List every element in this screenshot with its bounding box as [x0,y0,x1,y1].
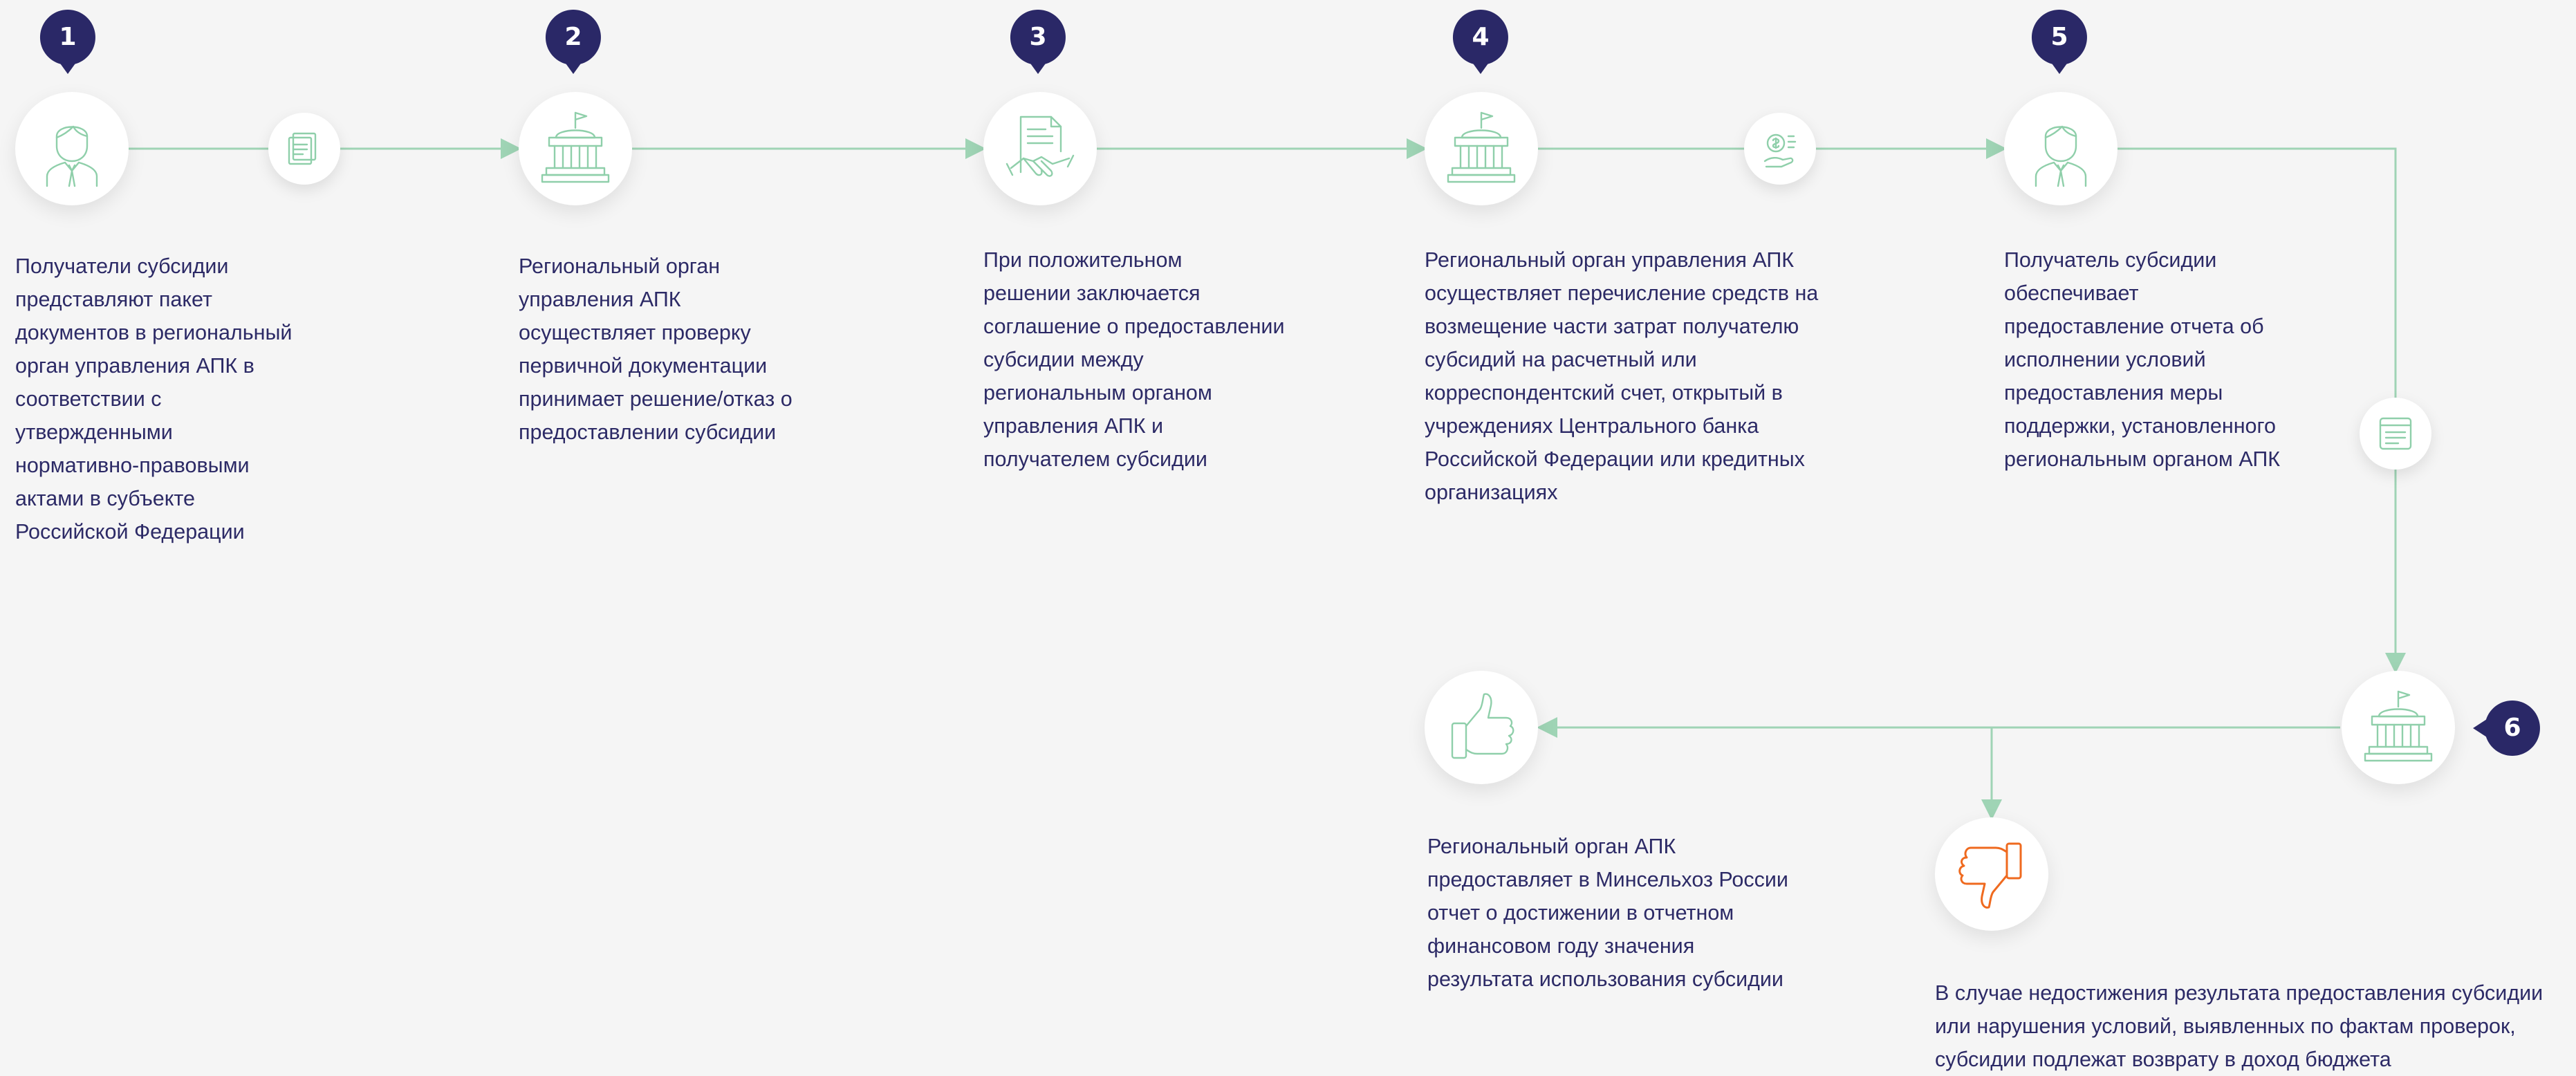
report-icon [2379,417,2412,450]
negative-outcome-description: В случае недостижения результата предост… [1935,981,2543,1071]
step-3-node [983,92,1097,205]
step-1-node [15,92,129,205]
step-6-number: 6 [2503,714,2521,742]
step-5-marker: 5 [2031,9,2088,78]
step-2-node [519,92,632,205]
step-5-node [2004,92,2118,205]
step-5-number: 5 [2050,23,2068,51]
government-building-icon [541,111,610,183]
person-icon [2035,125,2087,187]
step-5-description: Получатель субсидии обеспечивает предост… [2004,248,2281,471]
negative-outcome-node [1935,817,2048,931]
government-building-icon [2364,690,2433,762]
step-3-number: 3 [1029,23,1047,51]
connector-node-report [2360,398,2431,470]
step-1-number: 1 [59,23,77,51]
connector-node-documents [268,113,340,185]
money-transfer-icon [1763,133,1797,168]
step-3-description: При положительном решении заключается со… [983,248,1285,471]
step-1-description: Получатели субсидии представляют пакет д… [15,254,293,544]
documents-icon [288,132,317,165]
thumbs-down-icon [1958,842,2022,909]
subsidy-process-flowchart: 1 2 3 4 5 6 Получатели субсидии представ… [0,0,2576,1071]
step-4-marker: 4 [1452,9,1509,78]
thumbs-up-icon [1451,693,1514,759]
step-1-marker: 1 [39,9,96,78]
connector-node-money-transfer [1744,113,1816,185]
step-2-description: Региональный орган управления АПК осущес… [519,254,793,444]
step-4-node [1425,92,1538,205]
step-2-marker: 2 [545,9,602,78]
step-4-number: 4 [1472,23,1490,51]
positive-outcome-node [1425,671,1538,784]
step-3-marker: 3 [1010,9,1066,78]
connector-lines [129,138,2406,820]
positive-outcome-description: Региональный орган АПК предоставляет в М… [1427,835,1788,991]
government-building-icon [1447,111,1516,183]
person-icon [46,125,98,187]
step-2-number: 2 [564,23,582,51]
step-4-description: Региональный орган управления АПК осущес… [1425,248,1819,504]
step-6-node [2342,671,2455,784]
step-6-marker: 6 [2472,700,2541,757]
agreement-handshake-icon [1006,115,1075,177]
